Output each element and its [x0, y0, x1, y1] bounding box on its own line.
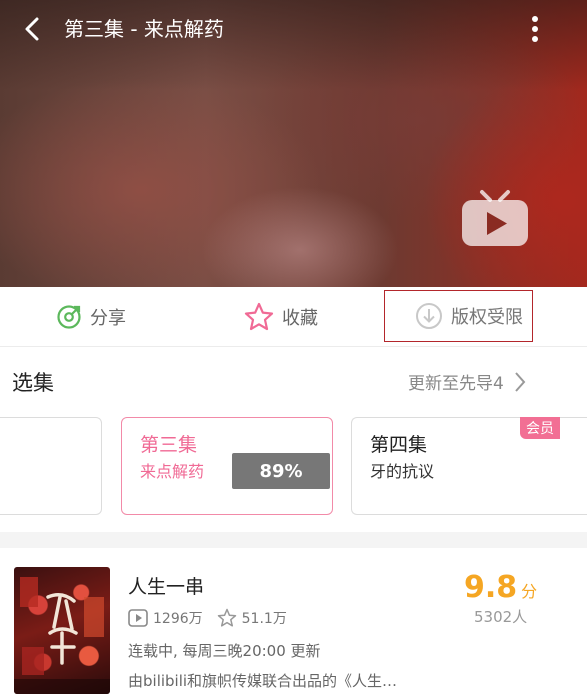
star-icon: [244, 302, 274, 331]
play-count: 1296万: [128, 608, 203, 628]
favorite-button[interactable]: 收藏: [244, 287, 318, 347]
episode-section-header: 选集 更新至先导4: [0, 347, 587, 415]
show-title[interactable]: 人生一串: [128, 572, 204, 599]
share-label: 分享: [90, 308, 126, 329]
share-button[interactable]: 分享: [56, 287, 126, 347]
download-button[interactable]: 版权受限: [384, 290, 533, 342]
rating-count: 5302人: [474, 608, 528, 626]
episode-number: 第四集: [370, 434, 428, 456]
score-unit: 分: [521, 582, 538, 601]
video-title: 第三集 - 来点解药: [64, 17, 224, 41]
episode-name: 来点解药: [140, 462, 205, 481]
tv-play-icon[interactable]: [460, 188, 530, 250]
episode-number: 第三集: [140, 434, 198, 456]
score-value: 9.8: [464, 570, 518, 605]
star-outline-icon: [217, 608, 236, 627]
episode-more-link[interactable]: 更新至先导4: [408, 369, 526, 394]
favorite-label: 收藏: [282, 308, 318, 329]
poster-art: [14, 577, 110, 694]
show-poster[interactable]: [14, 567, 110, 694]
section-divider: [0, 532, 587, 548]
action-bar: 分享 收藏 版权受限: [0, 287, 587, 347]
video-player[interactable]: 第三集 - 来点解药: [0, 0, 587, 287]
download-icon: [416, 303, 442, 329]
show-score: 9.8 分: [464, 570, 537, 605]
chevron-right-icon: [515, 371, 526, 392]
download-label: 版权受限: [451, 307, 523, 328]
episode-name: 牙的抗议: [370, 462, 435, 481]
chevron-left-icon[interactable]: [20, 16, 46, 42]
update-schedule: 连载中, 每周三晚20:00 更新: [128, 642, 321, 660]
episode-section-title: 选集: [12, 371, 54, 395]
play-count-icon: [128, 609, 148, 627]
play-count-value: 1296万: [153, 611, 203, 627]
show-description[interactable]: 由bilibili和旗帜传媒联合出品的《人生…: [128, 670, 397, 691]
episode-card-previous[interactable]: [0, 417, 102, 515]
share-icon: [57, 305, 81, 329]
episode-update-text: 更新至先导4: [408, 374, 504, 394]
vip-badge: 会员: [520, 417, 560, 439]
show-stats: 1296万 51.1万: [128, 608, 301, 628]
favorite-count: 51.1万: [217, 608, 287, 628]
watch-progress-badge: 89%: [232, 453, 330, 489]
episode-card-current[interactable]: 第三集 来点解药 89%: [121, 417, 333, 515]
vertical-dots-icon[interactable]: [522, 14, 548, 44]
favorite-count-value: 51.1万: [241, 611, 287, 627]
